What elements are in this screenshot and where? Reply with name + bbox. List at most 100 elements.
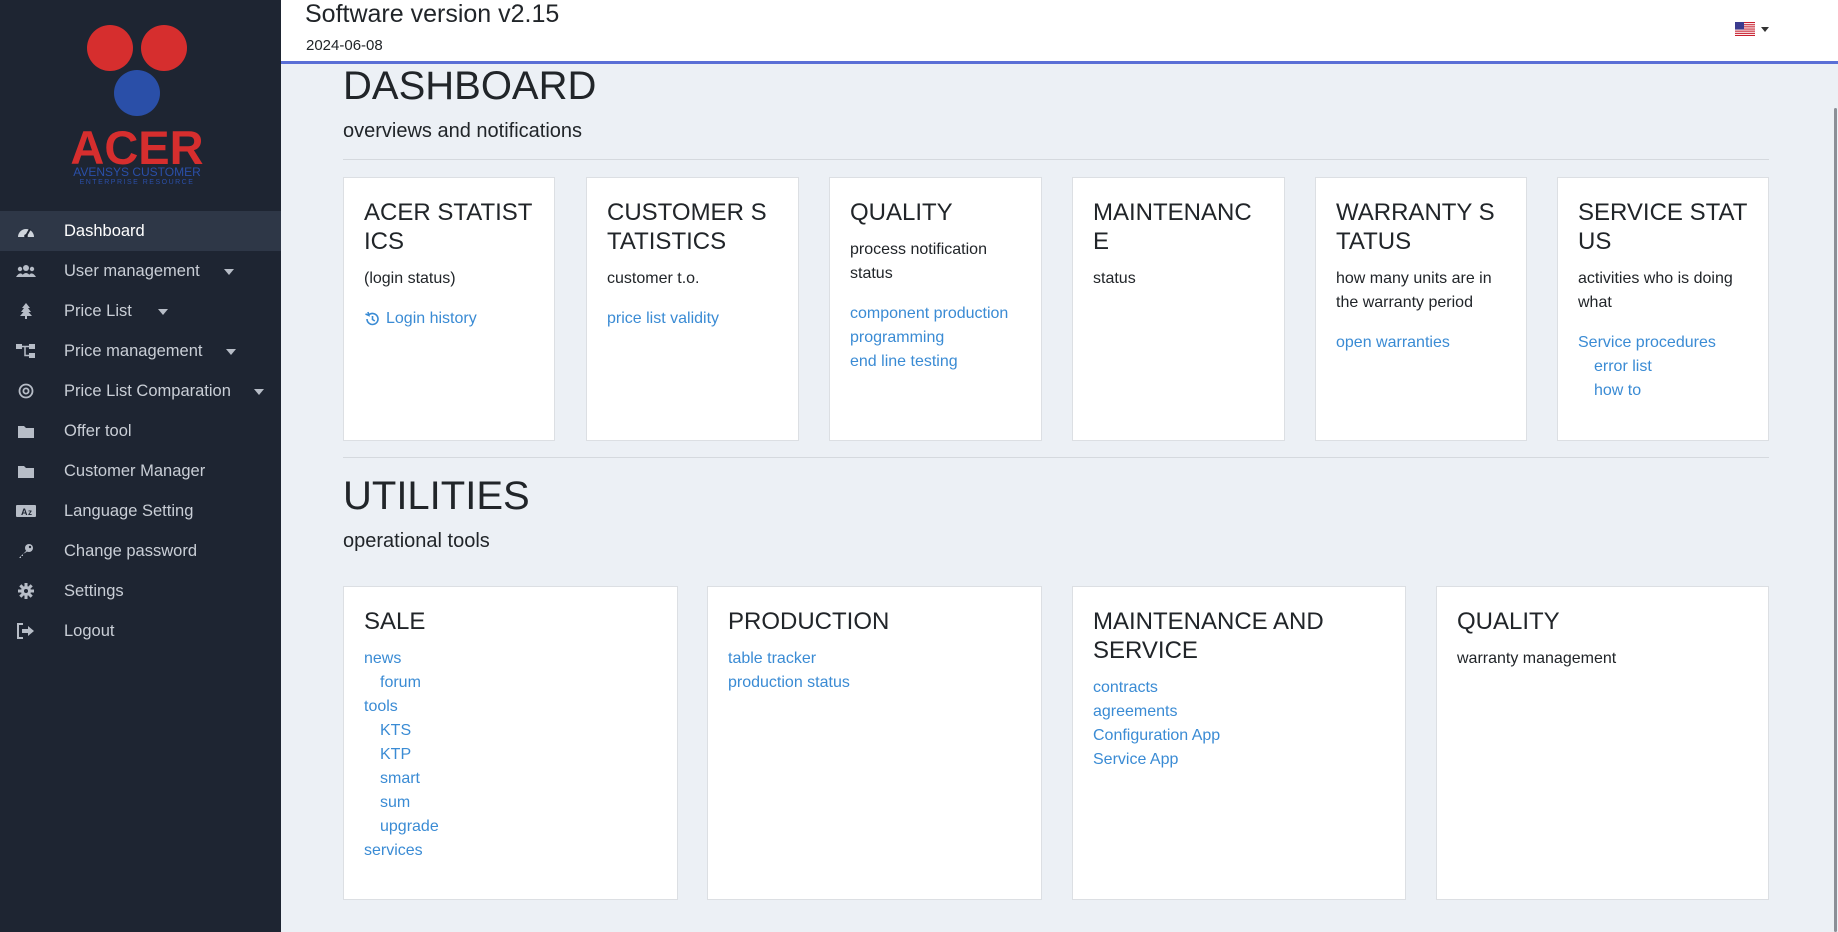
- chevron-down-icon: [226, 349, 236, 355]
- app-date: 2024-06-08: [306, 37, 383, 54]
- gear-icon: [16, 583, 36, 599]
- card-maintenance-and-service: MAINTENANCE AND SERVICE contracts agreem…: [1072, 586, 1406, 900]
- services-link[interactable]: services: [364, 839, 657, 863]
- card-title: CUSTOMER STATISTICS: [607, 199, 767, 255]
- programming-link[interactable]: programming: [850, 326, 1021, 350]
- logo-tagline-2: ENTERPRISE RESOURCE: [80, 179, 195, 186]
- card-title: SERVICE STATUS: [1578, 199, 1748, 255]
- card-service-status: SERVICE STATUS activities who is doing w…: [1557, 177, 1769, 441]
- sidebar-item-price-management[interactable]: Price management: [0, 331, 281, 371]
- sidebar-item-label: Price List Comparation: [64, 381, 231, 400]
- sidebar-item-change-password[interactable]: Change password: [0, 531, 281, 571]
- divider: [343, 457, 1769, 458]
- sidebar-item-price-list-comparation[interactable]: Price List Comparation: [0, 371, 281, 411]
- price-list-validity-link[interactable]: price list validity: [607, 307, 778, 331]
- card-acer-statistics: ACER STATISTICS (login status) Login his…: [343, 177, 555, 441]
- sidebar-item-label: Language Setting: [64, 501, 194, 520]
- card-sale: SALE news forum tools KTS KTP smart sum …: [343, 586, 678, 900]
- error-list-link[interactable]: error list: [1578, 355, 1748, 379]
- agreements-link[interactable]: agreements: [1093, 700, 1385, 724]
- bullseye-icon: [16, 383, 36, 399]
- chevron-down-icon: [158, 309, 168, 315]
- kts-link[interactable]: KTS: [364, 719, 657, 743]
- open-warranties-link[interactable]: open warranties: [1336, 331, 1506, 355]
- acer-logo[interactable]: ACER AVENSYS CUSTOMER ENTERPRISE RESOURC…: [60, 22, 220, 187]
- service-procedures-link[interactable]: Service procedures: [1578, 331, 1748, 355]
- sidebar-item-customer-manager[interactable]: Customer Manager: [0, 451, 281, 491]
- folder-icon: [16, 423, 36, 439]
- utilities-title: UTILITIES: [343, 474, 530, 518]
- gauge-icon: [16, 223, 36, 239]
- history-icon: [365, 311, 379, 326]
- sidebar-item-logout[interactable]: Logout: [0, 611, 281, 651]
- card-text: status: [1093, 270, 1136, 287]
- svg-text:z: z: [28, 508, 32, 517]
- table-tracker-link[interactable]: table tracker: [728, 647, 1021, 671]
- sitemap-icon: [16, 343, 36, 359]
- card-quality-utilities: QUALITY warranty management: [1436, 586, 1769, 900]
- card-text: warranty management: [1457, 650, 1617, 667]
- chevron-down-icon: [1761, 26, 1769, 32]
- service-app-link[interactable]: Service App: [1093, 748, 1385, 772]
- sum-link[interactable]: sum: [364, 791, 657, 815]
- component-production-link[interactable]: component production: [850, 302, 1021, 326]
- card-title: WARRANTY STATUS: [1336, 199, 1495, 255]
- sidebar-item-offer-tool[interactable]: Offer tool: [0, 411, 281, 451]
- language-icon: Az: [16, 503, 36, 519]
- sidebar-item-label: Offer tool: [64, 421, 132, 440]
- end-line-testing-link[interactable]: end line testing: [850, 350, 1021, 374]
- logo-tagline-1: AVENSYS CUSTOMER: [73, 165, 201, 179]
- top-header: Software version v2.15 2024-06-08: [281, 0, 1838, 64]
- sidebar-item-label: Logout: [64, 621, 115, 640]
- how-to-link[interactable]: how to: [1578, 379, 1748, 403]
- sidebar-item-label: Customer Manager: [64, 461, 206, 480]
- users-icon: [16, 263, 36, 279]
- sidebar-item-user-management[interactable]: User management: [0, 251, 281, 291]
- us-flag-icon: [1735, 22, 1755, 36]
- folder-icon: [16, 463, 36, 479]
- production-status-link[interactable]: production status: [728, 671, 1021, 695]
- utilities-subtitle: operational tools: [343, 530, 490, 552]
- sidebar-item-label: Change password: [64, 541, 197, 560]
- card-maintenance: MAINTENANCE status: [1072, 177, 1285, 441]
- card-text: process notification status: [850, 241, 987, 282]
- sidebar-item-language-setting[interactable]: Az Language Setting: [0, 491, 281, 531]
- upgrade-link[interactable]: upgrade: [364, 815, 657, 839]
- card-title: MAINTENANCE: [1093, 199, 1252, 255]
- scrollbar-thumb[interactable]: [1834, 108, 1837, 932]
- contracts-link[interactable]: contracts: [1093, 676, 1385, 700]
- configuration-app-link[interactable]: Configuration App: [1093, 724, 1385, 748]
- key-icon: [16, 543, 36, 559]
- logout-icon: [16, 623, 36, 639]
- divider: [343, 159, 1769, 160]
- language-dropdown[interactable]: [1735, 22, 1769, 36]
- card-text: (login status): [364, 270, 456, 287]
- news-link[interactable]: news: [364, 647, 657, 671]
- forum-link[interactable]: forum: [364, 671, 657, 695]
- card-title: MAINTENANCE AND SERVICE: [1093, 608, 1324, 664]
- smart-link[interactable]: smart: [364, 767, 657, 791]
- sidebar-item-dashboard[interactable]: Dashboard: [0, 211, 281, 251]
- card-title: QUALITY: [850, 199, 953, 226]
- dashboard-subtitle: overviews and notifications: [343, 120, 583, 142]
- card-title: ACER STATISTICS: [364, 199, 533, 255]
- card-quality: QUALITY process notification status comp…: [829, 177, 1042, 441]
- card-title: SALE: [364, 608, 426, 635]
- card-text: how many units are in the warranty perio…: [1336, 270, 1492, 311]
- sidebar-item-label: Dashboard: [64, 221, 145, 240]
- card-text: customer t.o.: [607, 270, 700, 287]
- card-customer-statistics: CUSTOMER STATISTICS customer t.o. price …: [586, 177, 799, 441]
- link-label: Login history: [386, 310, 477, 327]
- sidebar-item-settings[interactable]: Settings: [0, 571, 281, 611]
- svg-text:A: A: [21, 507, 28, 517]
- sidebar-item-label: User management: [64, 261, 200, 280]
- login-history-link[interactable]: Login history: [364, 307, 534, 331]
- tools-link[interactable]: tools: [364, 695, 657, 719]
- sidebar: ACER AVENSYS CUSTOMER ENTERPRISE RESOURC…: [0, 0, 281, 932]
- sidebar-item-price-list[interactable]: Price List: [0, 291, 281, 331]
- card-production: PRODUCTION table tracker production stat…: [707, 586, 1042, 900]
- card-title: PRODUCTION: [728, 608, 890, 635]
- app-title: Software version v2.15: [305, 0, 560, 28]
- sidebar-item-label: Price management: [64, 341, 203, 360]
- ktp-link[interactable]: KTP: [364, 743, 657, 767]
